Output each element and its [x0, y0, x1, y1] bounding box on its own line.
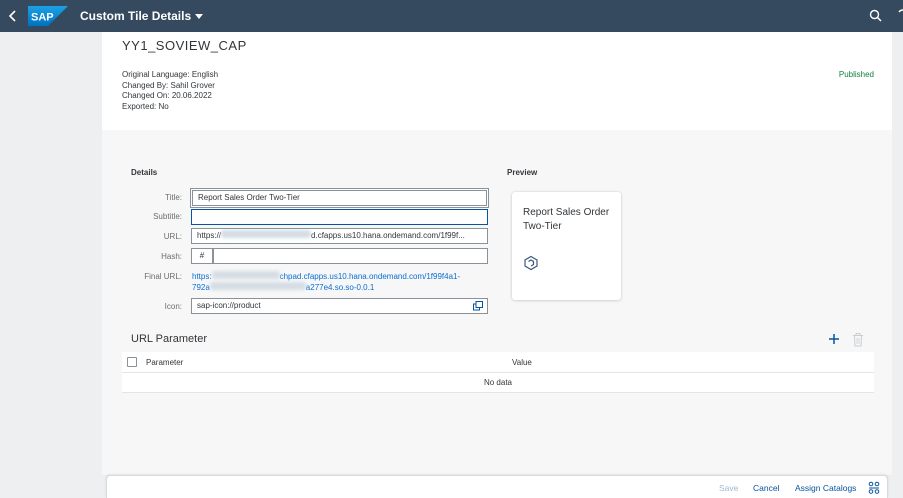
no-data-row: No data — [122, 373, 874, 393]
cancel-button[interactable]: Cancel — [753, 483, 779, 493]
app-title: Custom Tile Details — [80, 9, 192, 23]
overflow-icon[interactable] — [895, 8, 903, 24]
object-header: YY1_SOVIEW_CAP Original Language: Englis… — [102, 32, 892, 130]
sap-logo-text: SAP — [31, 12, 54, 24]
changed-on: Changed On: 20.06.2022 — [122, 91, 212, 100]
value-help-icon[interactable] — [473, 301, 483, 311]
message-popover-icon[interactable] — [868, 481, 880, 494]
url-parameter-table: Parameter Value No data — [122, 352, 874, 393]
select-all-checkbox[interactable] — [127, 357, 137, 367]
footer-toolbar: Save Cancel Assign Catalogs — [106, 475, 888, 498]
object-attributes: Original Language: English Changed By: S… — [122, 70, 218, 112]
original-language: Original Language: English — [122, 70, 219, 79]
icon-value: sap-icon://product — [197, 301, 261, 310]
status-badge: Published — [838, 70, 874, 79]
shell-bar: SAP Custom Tile Details — [0, 0, 903, 32]
title-label: Title: — [164, 193, 182, 202]
save-button[interactable]: Save — [719, 483, 738, 493]
icon-label: Icon: — [164, 302, 182, 311]
hash-symbol: # — [191, 248, 213, 264]
details-section-title: Details — [131, 168, 158, 177]
hash-label: Hash: — [161, 252, 182, 261]
table-header: Parameter Value — [122, 352, 874, 373]
redacted-block — [209, 282, 306, 290]
app-title-menu[interactable]: Custom Tile Details — [80, 9, 204, 23]
url-prefix: https:// — [197, 231, 222, 240]
search-icon[interactable] — [868, 8, 884, 24]
back-chevron-icon[interactable] — [4, 7, 22, 25]
redacted-block — [221, 230, 312, 238]
object-title: YY1_SOVIEW_CAP — [122, 38, 247, 53]
changed-by: Changed By: Sahil Grover — [122, 80, 215, 90]
final-url-line2: 792a a277e4.so.so-0.0.1 — [192, 282, 375, 292]
exported: Exported: No — [122, 101, 169, 111]
url-suffix: d.cfapps.us10.hana.ondemand.com/1f99f... — [311, 231, 465, 240]
final-url-line1: https: chpad.cfapps.us10.hana.ondemand.co… — [192, 271, 461, 281]
url-input[interactable]: https:// d.cfapps.us10.hana.ondemand.com/… — [191, 228, 488, 244]
column-header-value: Value — [512, 358, 532, 367]
preview-section-title: Preview — [507, 168, 538, 177]
chevron-down-icon — [195, 14, 204, 20]
column-header-parameter: Parameter — [146, 358, 184, 367]
tile-title: Report Sales Order Two-Tier — [523, 207, 610, 232]
redacted-block — [211, 271, 280, 279]
url-label: URL: — [163, 232, 182, 241]
content-area: Details Preview Title: Report Sales Orde… — [102, 130, 892, 475]
hash-input[interactable] — [213, 248, 488, 264]
sap-logo[interactable]: SAP — [28, 6, 68, 26]
url-parameter-title: URL Parameter — [131, 333, 208, 345]
subtitle-input[interactable] — [191, 209, 488, 225]
assign-catalogs-button[interactable]: Assign Catalogs — [795, 483, 856, 493]
delete-icon[interactable] — [852, 333, 864, 347]
preview-tile[interactable]: Report Sales Order Two-Tier — [512, 192, 621, 300]
final-url-label: Final URL: — [144, 272, 182, 281]
subtitle-label: Subtitle: — [153, 212, 182, 221]
icon-input[interactable]: sap-icon://product — [191, 298, 488, 314]
add-icon[interactable] — [827, 331, 841, 347]
title-input[interactable]: Report Sales Order Two-Tier — [192, 190, 487, 206]
product-cube-icon — [523, 255, 539, 271]
final-url-link[interactable]: https: chpad.cfapps.us10.hana.ondemand.co… — [192, 271, 492, 293]
